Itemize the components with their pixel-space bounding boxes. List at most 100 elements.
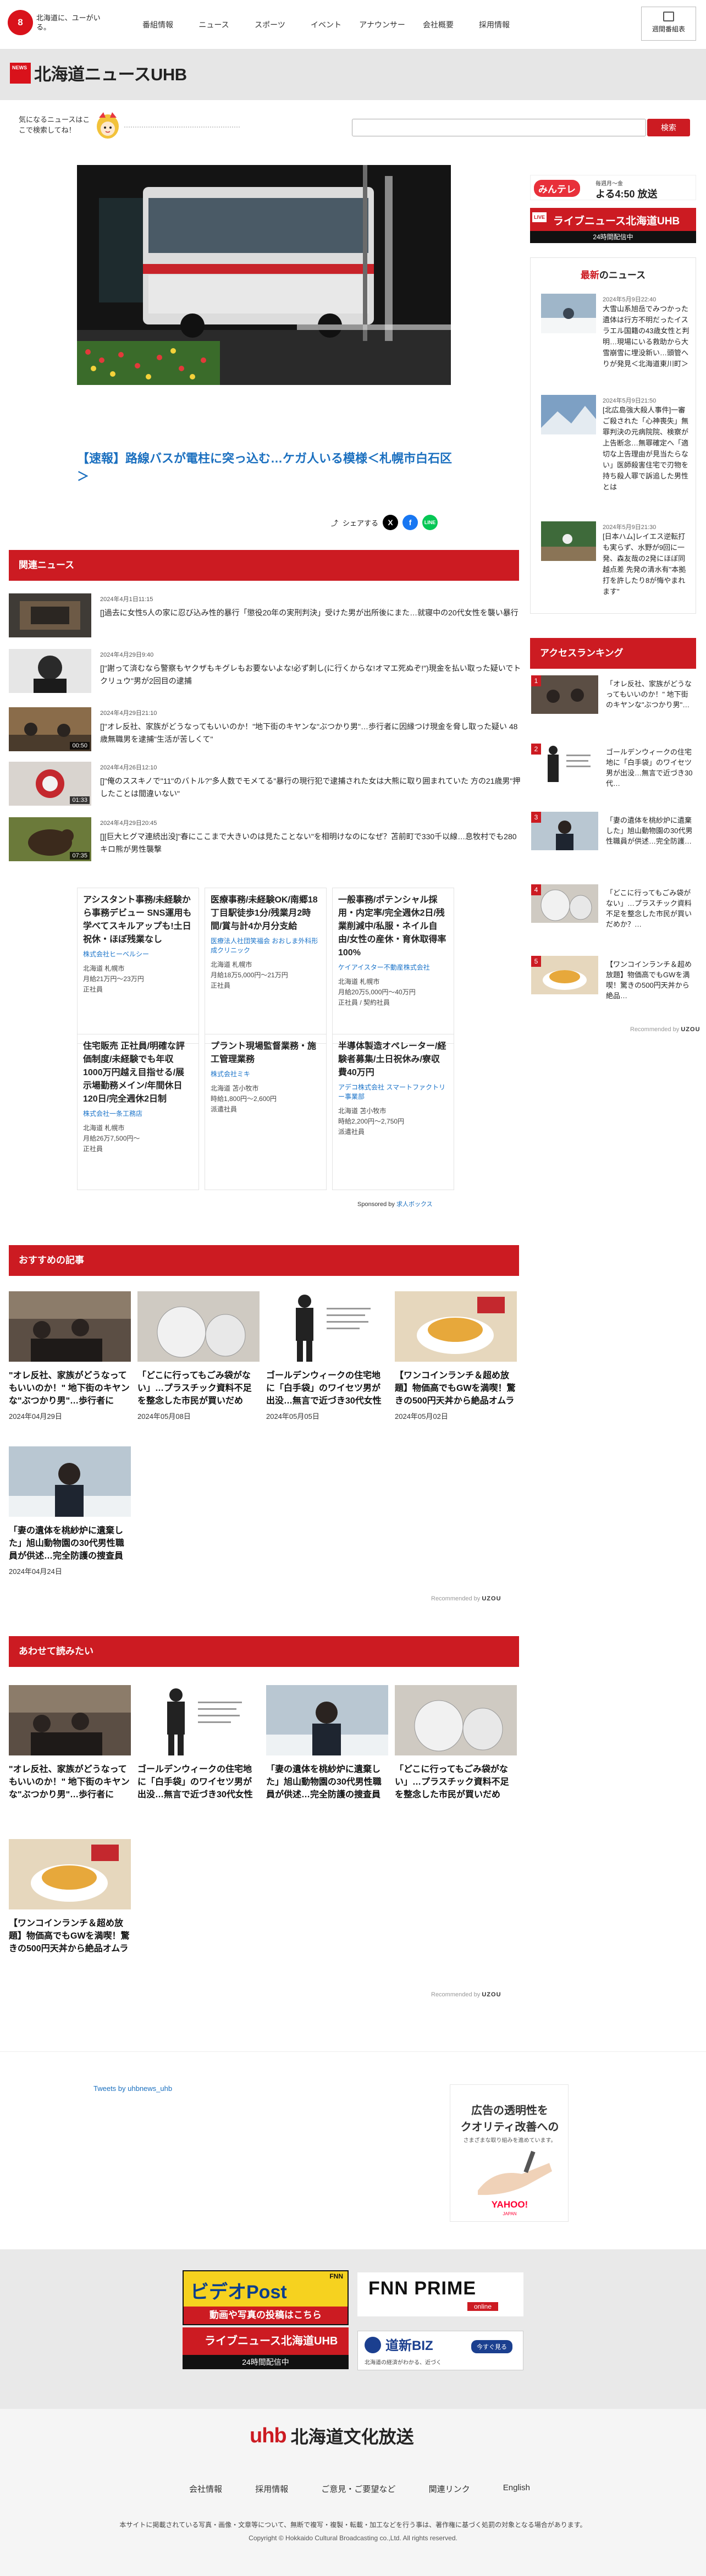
search-button[interactable]: 検索 bbox=[647, 119, 690, 136]
nav-announcers[interactable]: アナウンサー bbox=[354, 19, 410, 30]
job-location: 北海道 札幌市 bbox=[83, 1124, 125, 1132]
related-item[interactable]: 01:33 2024年4月26日12:10 []"俺のススキノで"11"のバトル… bbox=[9, 762, 520, 808]
doshin-biz-banner[interactable]: 道新BIZ 北海道の経済がわかる、近づく 今すぐ見る bbox=[357, 2331, 523, 2370]
minna-tele-schedule: 毎週月〜金 bbox=[595, 181, 623, 187]
ranking-item[interactable]: 2 ゴールデンウィークの住宅地に「白手袋」のワイセツ男が出没…無言で近づき30代… bbox=[531, 744, 696, 802]
latest-news-item[interactable]: 2024年5月9日22:40 大雪山系旭岳でみつかった遺体は行方不明だったイスラ… bbox=[541, 294, 690, 387]
related-item[interactable]: 00:50 2024年4月29日21:10 []"オレ反社、家族がどうなってもい… bbox=[9, 707, 520, 753]
live-news-footer-title: ライブニュース北海道UHB bbox=[183, 2327, 349, 2355]
card-image bbox=[9, 1685, 131, 1755]
search-prompt: 気になるニュースはここで検索してね！ bbox=[19, 115, 90, 134]
also-read-card[interactable]: 「妻の遺体を桃紗炉に遺棄した」旭山動物園の30代男性職員が供述…完全防護の捜査員… bbox=[266, 1685, 388, 1801]
ranking-item[interactable]: 1 「オレ反社、家族がどうなってもいいのか！" 地下街のキヤンな"ぶつかり男"… bbox=[531, 675, 696, 734]
ranking-item[interactable]: 3 「妻の遺体を桃紗炉に遺棄した」旭山動物園の30代男性職員が供述…完全防護… bbox=[531, 812, 696, 870]
related-item[interactable]: 2024年4月1日11:15 []過去に女性5人の家に忍び込み性的暴行「懲役20… bbox=[9, 593, 520, 640]
job-ad[interactable]: 半導体製造オペレーター/経験者募集/土日祝休み/寮収費40万円 アデコ株式会社 … bbox=[332, 1034, 454, 1190]
job-pay: 時給2,200円〜2,750円 bbox=[338, 1118, 405, 1125]
job-ad[interactable]: 一般事務/ポテンシャル採用・内定率/完全週休2日/残業削減中/私服・ネイル自由/… bbox=[332, 888, 454, 1044]
global-nav: 番組情報 ニュース スポーツ イベント アナウンサー 会社概要 採用情報 bbox=[130, 0, 522, 49]
recommended-card[interactable]: 「どこに行ってもごみ袋がない」…プラスチック資料不足を整念した市民が買いだめか？… bbox=[137, 1291, 260, 1421]
job-ad[interactable]: 医療事務/未経験OK/南郷18丁目駅徒歩1分/残業月2時間/賞与計4か月分支給 … bbox=[205, 888, 327, 1044]
uzou-logo[interactable]: UZOU bbox=[482, 1595, 501, 1602]
nav-events[interactable]: イベント bbox=[298, 19, 354, 30]
ranking-item[interactable]: 4 「どこに行ってもごみ袋がない」…プラスチック資料不足を整念した市民が買いだめ… bbox=[531, 884, 696, 943]
fnn-logo: FNN bbox=[329, 2272, 343, 2280]
card-title: 「どこに行ってもごみ袋がない」…プラスチック資料不足を整念した市民が買いだめか？… bbox=[137, 1371, 252, 1406]
related-date: 2024年4月29日21:10 bbox=[100, 710, 157, 717]
footer-link-recruit[interactable]: 採用情報 bbox=[255, 2483, 288, 2495]
footer-logo[interactable]: uhb 北海道文化放送 bbox=[250, 2423, 414, 2448]
related-item[interactable]: 2024年4月29日9:40 []"謝って済むなら警察もヤクザもキグレもお要ない… bbox=[9, 649, 521, 695]
ranking-thumbnail bbox=[531, 675, 598, 714]
live-news-sub: 24時間配信中 bbox=[530, 231, 696, 243]
also-read-heading: あわせて読みたい bbox=[9, 1636, 519, 1667]
recommended-card[interactable]: "オレ反社、家族がどうなってもいいのか！" 地下街のキヤンな"ぶつかり男"…歩行… bbox=[9, 1291, 131, 1421]
nav-recruit[interactable]: 採用情報 bbox=[466, 19, 522, 30]
sponsor-link[interactable]: 求人ボックス bbox=[396, 1201, 433, 1208]
live-news-banner[interactable]: LIVE ライブニュース北海道UHB 24時間配信中 bbox=[530, 208, 696, 243]
recommended-card[interactable]: ゴールデンウィークの住宅地に「白手袋」のワイセツ男が出没…無言で近づき30代女性… bbox=[266, 1291, 388, 1421]
twitter-timeline-link[interactable]: Tweets by uhbnews_uhb bbox=[93, 2084, 172, 2093]
card-date: 2024年04月24日 bbox=[9, 1567, 62, 1576]
uzou-logo[interactable]: UZOU bbox=[681, 1026, 700, 1033]
ranking-item[interactable]: 5 【ワンコインランチ＆超め放題】物価高でもGWを満喫！驚きの500円天丼から絶… bbox=[531, 956, 696, 1014]
recommended-card[interactable]: 【ワンコインランチ＆超め放題】物価高でもGWを満喫！驚きの500円天丼から絶品オ… bbox=[395, 1291, 517, 1421]
nav-sports[interactable]: スポーツ bbox=[242, 19, 298, 30]
job-type: 正社員 / 契約社員 bbox=[338, 999, 390, 1006]
footer-link-english[interactable]: English bbox=[503, 2483, 530, 2495]
live-badge-icon: LIVE bbox=[532, 212, 547, 222]
job-title: 住宅販売 正社員/明確な評価制度/未経験でも年収1000万円越え目指せる/展示場… bbox=[83, 1042, 185, 1104]
recommended-heading: おすすめの記事 bbox=[9, 1245, 519, 1276]
footer-link-company[interactable]: 会社情報 bbox=[189, 2483, 222, 2495]
video-duration: 00:50 bbox=[70, 742, 90, 750]
latest-news-item[interactable]: 2024年5月9日21:30 [日本ハム]レイエス逆転打も実らず、水野が9回に一… bbox=[541, 521, 690, 615]
also-read-card[interactable]: ゴールデンウィークの住宅地に「白手袋」のワイセツ男が出没…無言で近づき30代女性… bbox=[137, 1685, 260, 1801]
job-ad[interactable]: 住宅販売 正社員/明確な評価制度/未経験でも年収1000万円越え目指せる/展示場… bbox=[77, 1034, 199, 1190]
line-share-icon[interactable]: LINE bbox=[422, 515, 438, 530]
yahoo-ad[interactable]: 広告の透明性を クオリティ改善への さまざまな取り組みを進めています。 YAHO… bbox=[450, 2084, 569, 2222]
footer-company-name: 北海道文化放送 bbox=[290, 2427, 414, 2447]
nav-news[interactable]: ニュース bbox=[186, 19, 242, 30]
x-share-icon[interactable]: X bbox=[383, 515, 399, 530]
site-logo[interactable]: NEWS 北海道ニュースUHB bbox=[10, 60, 187, 85]
fnn-prime-banner[interactable]: FNN PRIME online bbox=[357, 2272, 523, 2316]
also-read-card[interactable]: "オレ反社、家族がどうなってもいいのか！" 地下街のキヤンな"ぶつかり男"…歩行… bbox=[9, 1685, 131, 1801]
hero-image[interactable] bbox=[77, 165, 451, 385]
doshin-biz-button[interactable]: 今すぐ見る bbox=[471, 2340, 512, 2353]
job-company: 医療法人社団笑福会 おおしま外科形成クリニック bbox=[211, 937, 318, 954]
facebook-share-icon[interactable]: f bbox=[402, 515, 418, 530]
footer-link-feedback[interactable]: ご意見・ご要望など bbox=[321, 2483, 395, 2495]
ranking-heading: アクセスランキング bbox=[530, 638, 696, 669]
ranking-thumbnail bbox=[531, 812, 598, 850]
job-ad[interactable]: プラント現場監督業務・施工管理業務 株式会社ミキ 北海道 苫小牧市 時給1,80… bbox=[205, 1034, 327, 1190]
job-ad[interactable]: アシスタント事務/未経験から事務デビュー SNS運用も学べてスキルアップも!土日… bbox=[77, 888, 199, 1044]
rank-number: 2 bbox=[531, 744, 541, 755]
related-item[interactable]: 07:35 2024年4月29日20:45 [][巨大ヒグマ連続出没]"春にここ… bbox=[9, 817, 520, 863]
latest-news-item[interactable]: 2024年5月9日21:50 [北広島強大殺人事件]一審ご殺された「心神喪失」無… bbox=[541, 395, 690, 491]
footer-link-related[interactable]: 関連リンク bbox=[429, 2483, 470, 2495]
live-news-footer-banner[interactable]: ライブニュース北海道UHB 24時間配信中 bbox=[183, 2327, 349, 2371]
job-location: 北海道 苫小牧市 bbox=[211, 1085, 259, 1092]
nav-company[interactable]: 会社概要 bbox=[410, 19, 466, 30]
job-location: 北海道 苫小牧市 bbox=[338, 1107, 387, 1115]
also-read-card[interactable]: 【ワンコインランチ＆超め放題】物価高でもGWを満喫！驚きの500円天丼から絶品オ… bbox=[9, 1839, 131, 1955]
job-location: 北海道 札幌市 bbox=[211, 961, 252, 968]
nav-programs[interactable]: 番組情報 bbox=[130, 19, 186, 30]
card-image bbox=[137, 1291, 260, 1362]
doshin-biz-sub: 北海道の経済がわかる、近づく bbox=[365, 2360, 442, 2366]
recommended-by-label: Recommended by bbox=[431, 1991, 481, 1998]
uhb-channel-logo[interactable]: 8 bbox=[8, 10, 33, 35]
search-input[interactable] bbox=[352, 119, 646, 136]
recommended-card[interactable]: 「妻の遺体を桃紗炉に遺棄した」旭山動物園の30代男性職員が供述…完全防護の捜査員… bbox=[9, 1446, 131, 1576]
minna-tele-banner[interactable]: みんテレ 毎週月〜金 よる4:50 放送 bbox=[530, 175, 696, 200]
weekly-schedule-button[interactable]: 週間番組表 bbox=[641, 7, 696, 41]
ranking-title: 【ワンコインランチ＆超め放題】物価高でもGWを満喫！驚きの500円天丼から絶品… bbox=[606, 960, 692, 1000]
hero-headline-link[interactable]: 【速報】路線バスが電柱に突っ込む…ケガ人いる模様＜札幌市白石区＞ bbox=[77, 449, 456, 486]
related-thumbnail: 07:35 bbox=[9, 817, 91, 861]
uzou-logo[interactable]: UZOU bbox=[482, 1991, 501, 1998]
related-date: 2024年4月29日20:45 bbox=[100, 820, 157, 827]
job-title: プラント現場監督業務・施工管理業務 bbox=[211, 1042, 317, 1064]
also-read-card[interactable]: 「どこに行ってもごみ袋がない」…プラスチック資料不足を整念した市民が買いだめか？… bbox=[395, 1685, 517, 1801]
card-date: 2024年05月05日 bbox=[266, 1412, 319, 1421]
videopost-banner[interactable]: FNN ビデオPost 動画や写真の投稿はこちら bbox=[183, 2270, 349, 2325]
